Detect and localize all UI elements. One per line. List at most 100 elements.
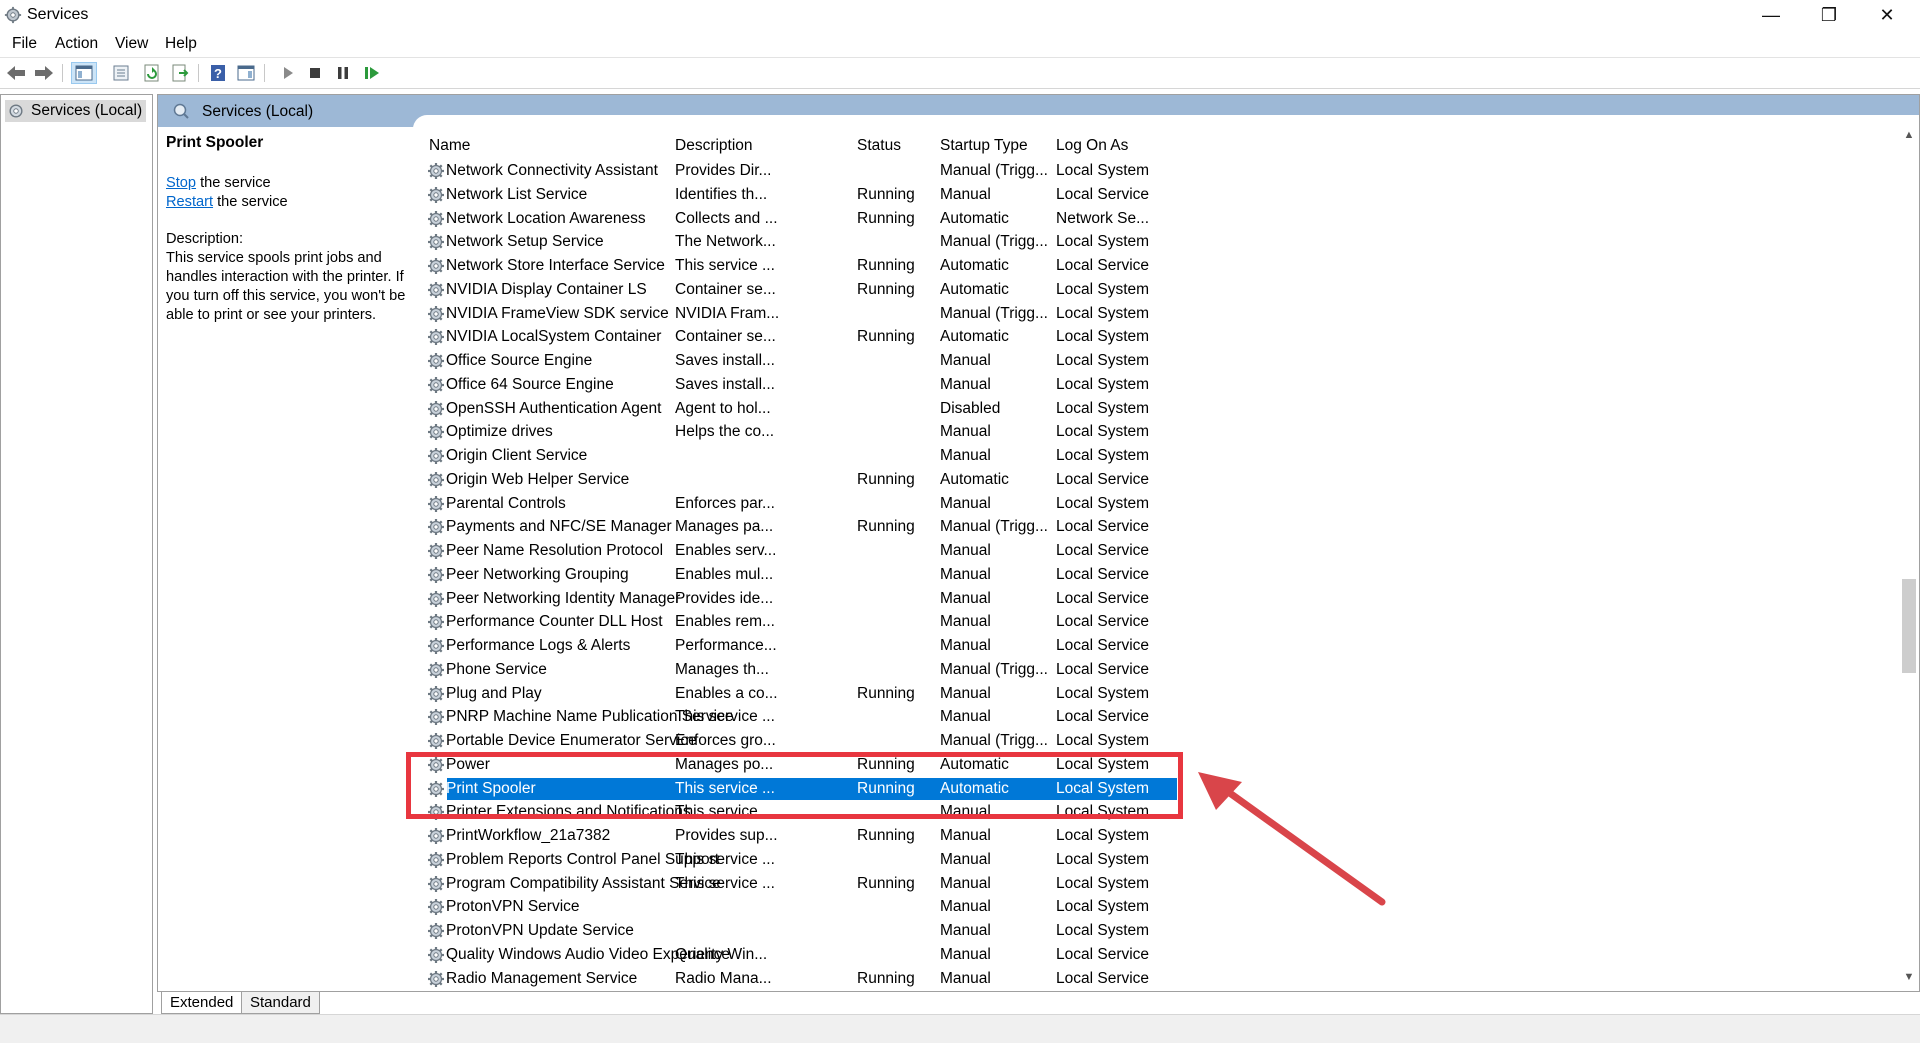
back-button[interactable] <box>5 62 27 84</box>
tab-extended[interactable]: Extended <box>161 992 243 1014</box>
service-row[interactable]: PNRP Machine Name Publication Service Thi… <box>413 705 1897 729</box>
service-row[interactable]: Origin Client Service Manual Local System <box>413 444 1897 468</box>
service-row[interactable]: Office 64 Source Engine Saves install... M… <box>413 373 1897 397</box>
service-row[interactable]: Performance Counter DLL Host Enables rem.… <box>413 610 1897 634</box>
service-row[interactable]: Radio Management Service Radio Mana... Run… <box>413 967 1897 990</box>
service-row[interactable]: Quality Windows Audio Video Experience Qu… <box>413 943 1897 967</box>
service-row[interactable]: Network Setup Service The Network... Manua… <box>413 230 1897 254</box>
cell-description: Enforces gro... <box>675 732 776 749</box>
maximize-button[interactable]: ❐ <box>1800 0 1858 30</box>
scroll-up-icon[interactable]: ▲ <box>1899 129 1919 149</box>
service-row[interactable]: Phone Service Manages th... Manual (Trigg.… <box>413 658 1897 682</box>
service-gear-icon <box>428 329 444 346</box>
cell-description: Enables serv... <box>675 542 777 559</box>
column-header-name[interactable]: Name <box>429 133 470 159</box>
service-row[interactable]: Payments and NFC/SE Manager Manages pa...… <box>413 515 1897 539</box>
service-row[interactable]: Problem Reports Control Panel Support Thi… <box>413 848 1897 872</box>
selected-service-name: Print Spooler <box>166 134 264 151</box>
service-row[interactable]: Network Store Interface Service This serv… <box>413 254 1897 278</box>
services-panel: Services (Local) Print Spooler Stop the … <box>157 94 1920 992</box>
cell-startup: Manual <box>940 922 991 939</box>
cell-description: Saves install... <box>675 375 775 393</box>
back-icon <box>7 66 25 80</box>
title-bar: Services — ❐ ✕ <box>0 0 1920 30</box>
service-row[interactable]: Optimize drives Helps the co... Manual Loca… <box>413 420 1897 444</box>
service-row[interactable]: Plug and Play Enables a co... Running Manua… <box>413 682 1897 706</box>
description-label: Description: <box>166 231 244 247</box>
service-row[interactable]: Peer Networking Grouping Enables mul... Ma… <box>413 563 1897 587</box>
service-row[interactable]: PrintWorkflow_21a7382 Provides sup... Runn… <box>413 824 1897 848</box>
svg-text:?: ? <box>214 66 222 81</box>
service-row[interactable]: Network Connectivity Assistant Provides D… <box>413 159 1897 183</box>
column-header-status[interactable]: Status <box>857 133 901 159</box>
service-row[interactable]: ProtonVPN Service Manual Local System <box>413 895 1897 919</box>
service-row[interactable]: ProtonVPN Update Service Manual Local Syst… <box>413 919 1897 943</box>
service-row[interactable]: Peer Networking Identity Manager Provides… <box>413 587 1897 611</box>
service-row[interactable]: NVIDIA Display Container LS Container se.… <box>413 278 1897 302</box>
menu-file[interactable]: File <box>12 35 37 53</box>
service-row[interactable]: Office Source Engine Saves install... Manu… <box>413 349 1897 373</box>
column-header-startup-type[interactable]: Startup Type <box>940 133 1028 159</box>
show-hide-console-tree-button[interactable] <box>71 62 97 84</box>
service-row[interactable]: Parental Controls Enforces par... Manual Lo… <box>413 492 1897 516</box>
cell-startup: Disabled <box>940 399 1001 417</box>
cell-logon: Local System <box>1056 732 1150 749</box>
service-row[interactable]: Network Location Awareness Collects and .… <box>413 207 1897 231</box>
service-row[interactable]: NVIDIA LocalSystem Container Container se… <box>413 325 1897 349</box>
service-gear-icon <box>428 471 444 488</box>
cell-name: Phone Service <box>446 660 547 678</box>
start-service-button[interactable] <box>277 62 299 84</box>
minimize-button[interactable]: — <box>1742 0 1800 30</box>
stop-service-button[interactable] <box>304 62 326 84</box>
cell-status: Running <box>857 874 915 892</box>
tab-standard[interactable]: Standard <box>241 992 320 1014</box>
cell-status: Running <box>857 328 915 346</box>
service-row[interactable]: Portable Device Enumerator Service Enforc… <box>413 729 1897 753</box>
service-row[interactable]: NVIDIA FrameView SDK service NVIDIA Fram.… <box>413 302 1897 326</box>
service-gear-icon <box>428 590 444 607</box>
cell-name: Performance Counter DLL Host <box>446 613 663 631</box>
cell-description: Provides sup... <box>675 827 778 844</box>
column-header-log-on-as[interactable]: Log On As <box>1056 133 1128 159</box>
service-row[interactable]: Network List Service Identifies th... Runn… <box>413 183 1897 207</box>
cell-logon: Local System <box>1056 874 1150 892</box>
stop-icon <box>310 68 320 78</box>
cell-description: Radio Mana... <box>675 969 772 987</box>
cell-status: Running <box>857 185 915 203</box>
cell-startup: Manual <box>940 185 991 203</box>
cell-logon: Local System <box>1056 304 1150 322</box>
cell-description: This service ... <box>675 257 775 274</box>
resume-service-button[interactable] <box>361 62 383 84</box>
pause-service-button[interactable] <box>332 62 354 84</box>
restart-service-link[interactable]: Restart <box>166 194 213 210</box>
cell-logon: Local System <box>1056 375 1150 393</box>
properties-button[interactable] <box>110 62 132 84</box>
help-icon: ? <box>211 65 225 81</box>
service-row[interactable]: Performance Logs & Alerts Performance... M… <box>413 634 1897 658</box>
export-list-button[interactable] <box>169 62 191 84</box>
service-row[interactable]: Program Compatibility Assistant Service T… <box>413 872 1897 896</box>
scroll-down-icon[interactable]: ▼ <box>1899 971 1919 991</box>
service-row[interactable]: OpenSSH Authentication Agent Agent to hol… <box>413 397 1897 421</box>
menu-view[interactable]: View <box>115 35 148 53</box>
show-action-pane-button[interactable] <box>235 62 257 84</box>
vertical-scrollbar[interactable]: ▲ ▼ <box>1899 127 1919 991</box>
menu-action[interactable]: Action <box>55 35 98 53</box>
close-button[interactable]: ✕ <box>1858 0 1916 30</box>
service-row[interactable]: Origin Web Helper Service Running Automati… <box>413 468 1897 492</box>
column-header-description[interactable]: Description <box>675 133 753 159</box>
tree-item-services-local[interactable]: Services (Local) <box>5 100 147 122</box>
cell-description: Container se... <box>675 280 776 298</box>
forward-button[interactable] <box>33 62 55 84</box>
stop-service-link[interactable]: Stop <box>166 175 196 191</box>
cell-name: PrintWorkflow_21a7382 <box>446 827 611 844</box>
menu-help[interactable]: Help <box>165 35 197 53</box>
refresh-button[interactable] <box>141 62 163 84</box>
service-row[interactable]: Peer Name Resolution Protocol Enables ser… <box>413 539 1897 563</box>
help-button[interactable]: ? <box>207 62 229 84</box>
cell-name: Office 64 Source Engine <box>446 375 614 393</box>
cell-logon: Local System <box>1056 922 1150 939</box>
cell-startup: Manual (Trigg... <box>940 732 1048 749</box>
scroll-thumb[interactable] <box>1902 579 1916 673</box>
service-gear-icon <box>428 186 444 203</box>
